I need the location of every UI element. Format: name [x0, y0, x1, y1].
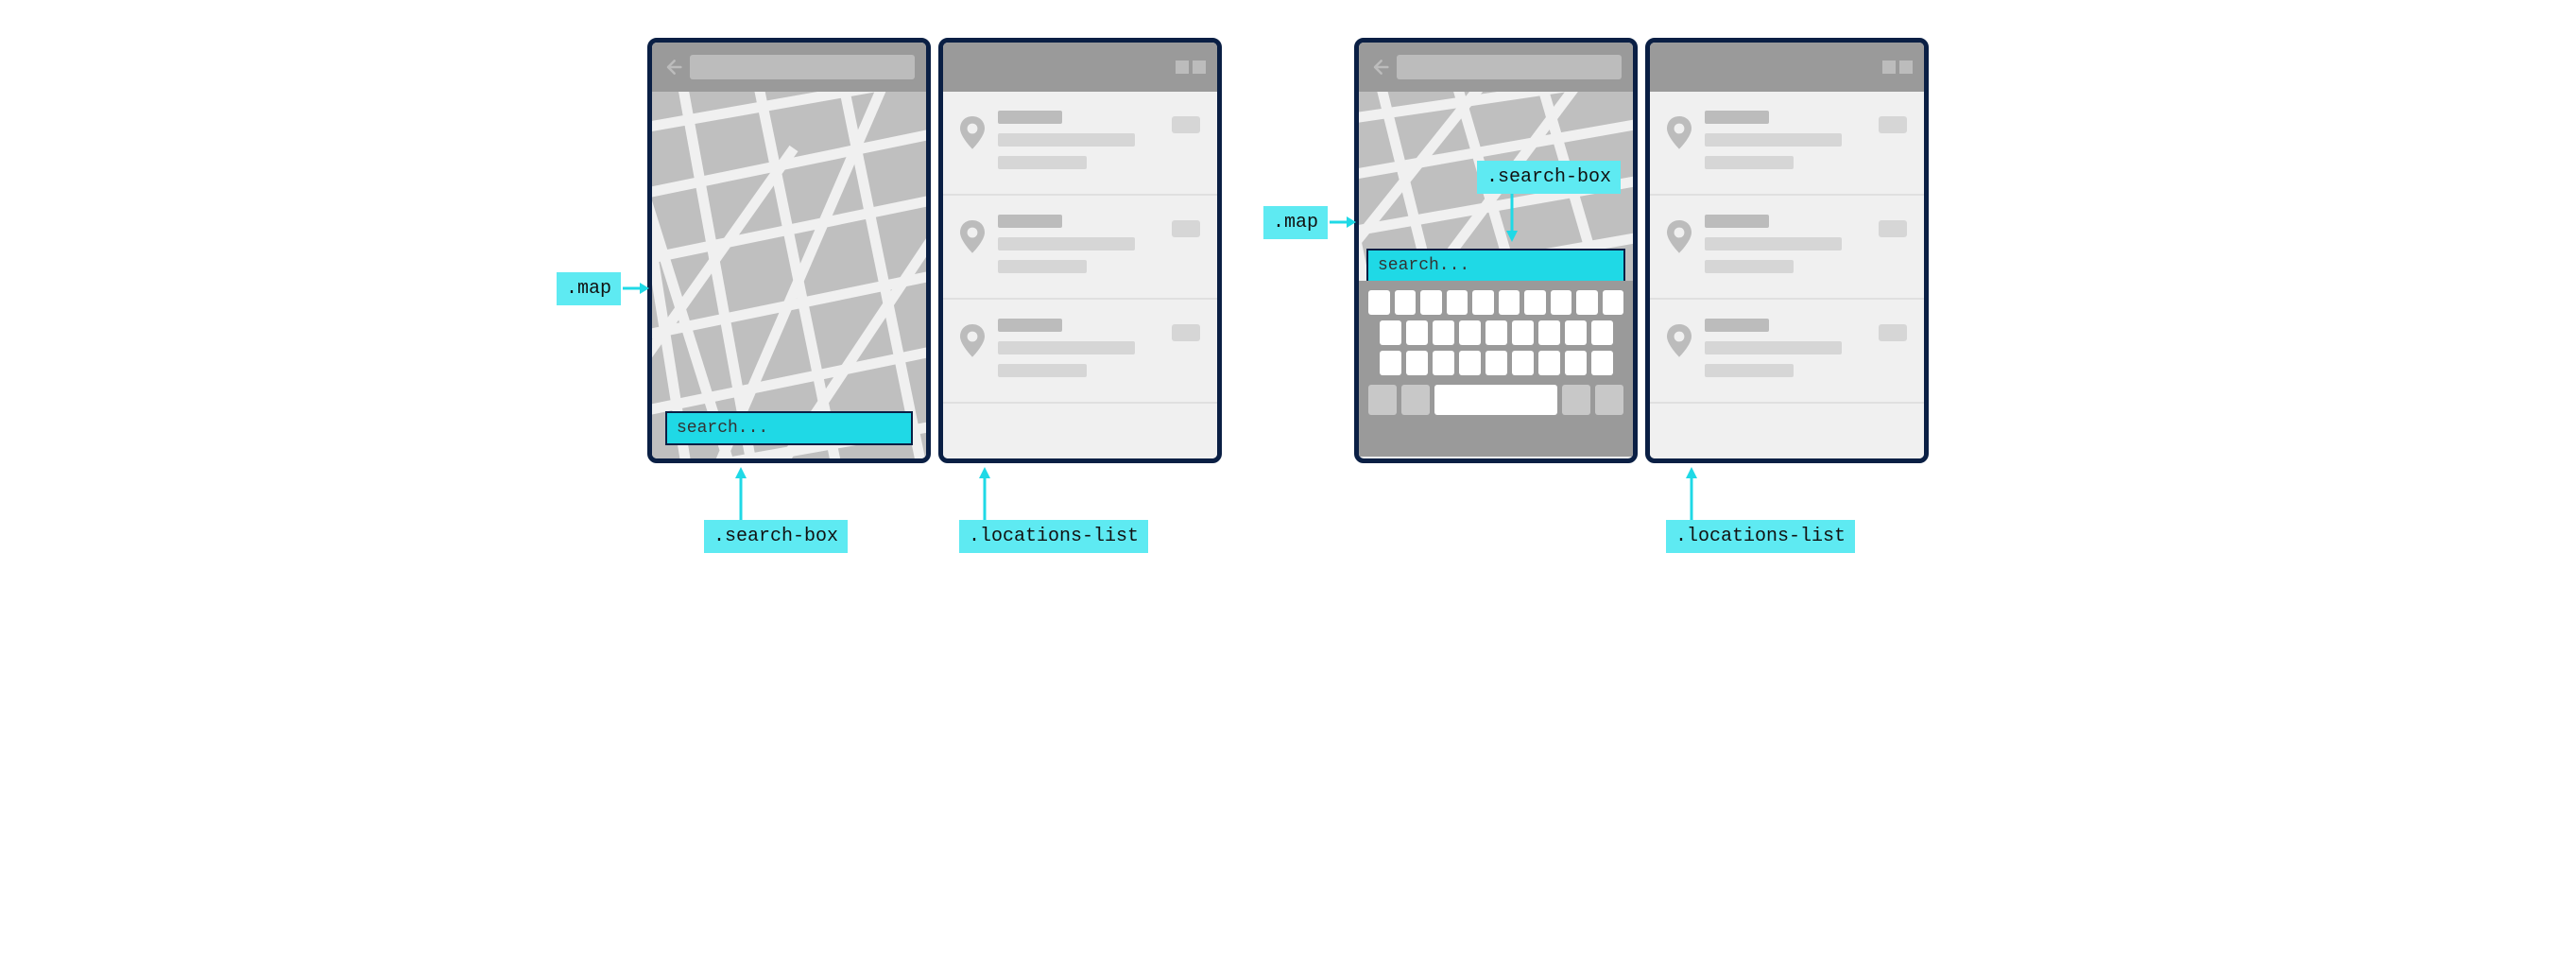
- window-controls: [1176, 60, 1206, 74]
- address-bar[interactable]: [690, 55, 915, 79]
- map-pin-icon: [1667, 116, 1692, 169]
- annotation-arrow-icon: [1505, 193, 1519, 244]
- list-item-badge: [1172, 116, 1200, 133]
- list-item-text: [1705, 111, 1865, 169]
- annotation-locations-list: .locations-list: [1666, 520, 1855, 553]
- list-item-text: [998, 215, 1159, 273]
- list-item-text: [1705, 215, 1865, 273]
- titlebar: [1359, 43, 1633, 92]
- wireframe-example-right: search...: [1354, 38, 1929, 463]
- window-control-icon[interactable]: [1193, 60, 1206, 74]
- window-controls: [1882, 60, 1913, 74]
- device-map-pane: search...: [1354, 38, 1638, 463]
- annotation-map: .map: [1263, 206, 1328, 239]
- map-pin-icon: [960, 220, 985, 273]
- annotation-map: .map: [557, 272, 621, 305]
- map-pin-icon: [960, 116, 985, 169]
- device-map-pane: search...: [647, 38, 931, 463]
- list-item-badge: [1879, 116, 1907, 133]
- device-list-pane: [1645, 38, 1929, 463]
- locations-list[interactable]: [943, 92, 1217, 458]
- map-pin-icon: [1667, 324, 1692, 377]
- search-placeholder: search...: [677, 419, 768, 438]
- search-box[interactable]: search...: [1366, 249, 1625, 281]
- list-item-text: [1705, 319, 1865, 377]
- on-screen-keyboard[interactable]: [1359, 281, 1633, 457]
- list-item[interactable]: [1650, 196, 1924, 300]
- list-item[interactable]: [1650, 92, 1924, 196]
- address-bar[interactable]: [1397, 55, 1622, 79]
- list-item[interactable]: [943, 300, 1217, 404]
- search-box[interactable]: search...: [665, 411, 913, 445]
- search-placeholder: search...: [1378, 256, 1469, 275]
- map-area[interactable]: search...: [652, 92, 926, 458]
- annotation-arrow-icon: [623, 282, 651, 295]
- back-arrow-icon[interactable]: [1370, 58, 1389, 77]
- list-item-badge: [1879, 220, 1907, 237]
- list-item-text: [998, 319, 1159, 377]
- window-control-icon[interactable]: [1176, 60, 1189, 74]
- list-item-badge: [1172, 220, 1200, 237]
- map-pin-icon: [960, 324, 985, 377]
- annotation-search-box: .search-box: [1477, 161, 1621, 194]
- window-control-icon[interactable]: [1899, 60, 1913, 74]
- titlebar: [652, 43, 926, 92]
- list-item-badge: [1172, 324, 1200, 341]
- window-control-icon[interactable]: [1882, 60, 1896, 74]
- locations-list[interactable]: [1650, 92, 1924, 458]
- annotation-search-box: .search-box: [704, 520, 848, 553]
- wireframe-example-left: search...: [647, 38, 1222, 463]
- annotation-locations-list: .locations-list: [959, 520, 1148, 553]
- titlebar: [943, 43, 1217, 92]
- list-item[interactable]: [1650, 300, 1924, 404]
- map-pin-icon: [1667, 220, 1692, 273]
- list-item[interactable]: [943, 92, 1217, 196]
- annotation-arrow-icon: [734, 465, 747, 522]
- back-arrow-icon[interactable]: [663, 58, 682, 77]
- titlebar: [1650, 43, 1924, 92]
- list-item[interactable]: [943, 196, 1217, 300]
- device-list-pane: [938, 38, 1222, 463]
- list-item-badge: [1879, 324, 1907, 341]
- list-item-text: [998, 111, 1159, 169]
- annotation-arrow-icon: [1685, 465, 1698, 522]
- annotation-arrow-icon: [978, 465, 991, 522]
- annotation-arrow-icon: [1330, 216, 1358, 229]
